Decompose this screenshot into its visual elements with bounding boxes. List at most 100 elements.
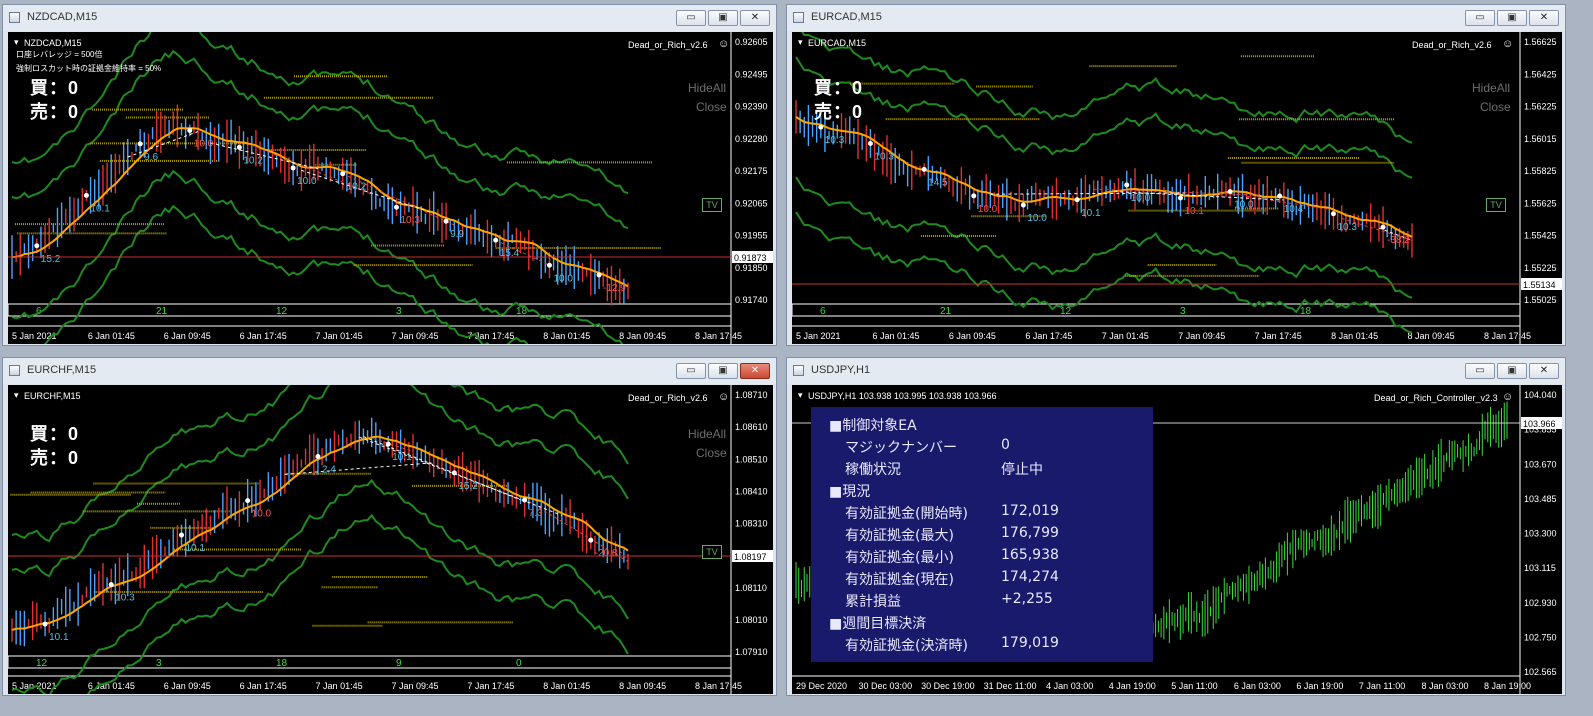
current-price-label: 103.966 bbox=[1523, 419, 1556, 429]
window-title: EURCAD,M15 bbox=[811, 11, 882, 23]
date-tick-label: 8 Jan 17:45 bbox=[695, 331, 742, 341]
chart-window-eurcad[interactable]: EURCAD,M15 ▭ ▣ ✕ 1.56625 1.56425 1.56225 1.… bbox=[786, 4, 1566, 346]
price-tick-label: 0.92390 bbox=[735, 102, 768, 112]
trade-marker bbox=[522, 497, 528, 503]
equity-settle-label: 有効証拠金(決済時) bbox=[845, 638, 968, 654]
date-tick-label: 6 Jan 09:45 bbox=[164, 331, 211, 341]
oscillator-label: 12 bbox=[276, 306, 288, 317]
trade-result-label: 9.6 bbox=[144, 152, 158, 163]
price-tick-label: 102.750 bbox=[1524, 632, 1557, 642]
trade-marker bbox=[1074, 197, 1080, 203]
oscillator-strip bbox=[8, 655, 732, 669]
close-all-button[interactable]: Close bbox=[696, 446, 727, 460]
close-all-button[interactable]: Close bbox=[1480, 100, 1511, 114]
price-tick-label: 1.08610 bbox=[735, 422, 768, 432]
trade-result-label: 10.3 bbox=[874, 151, 894, 162]
price-chart[interactable]: 1.087101.086101.085101.084101.083101.082… bbox=[8, 385, 773, 694]
maximize-button[interactable]: ▣ bbox=[1497, 363, 1527, 379]
oscillator-label: 12 bbox=[1060, 306, 1072, 317]
date-tick-label: 8 Jan 09:45 bbox=[619, 681, 666, 691]
chart-window-icon bbox=[9, 365, 20, 376]
price-tick-label: 1.55025 bbox=[1524, 295, 1557, 305]
maximize-button[interactable]: ▣ bbox=[708, 363, 738, 379]
date-tick-label: 7 Jan 09:45 bbox=[1178, 331, 1225, 341]
trade-result-label: -38.2 bbox=[1387, 235, 1410, 246]
minimize-button[interactable]: ▭ bbox=[676, 10, 706, 26]
chart-canvas[interactable]: 1.56625 1.56425 1.56225 1.56015 1.55825 1.556… bbox=[792, 32, 1562, 344]
date-tick-label: 6 Jan 17:45 bbox=[240, 331, 287, 341]
title-bar[interactable]: EURCHF,M15 ▭ ▣ ✕ bbox=[3, 358, 776, 384]
date-tick-label: 5 Jan 2021 bbox=[796, 331, 841, 341]
tv-button[interactable]: TV bbox=[702, 545, 722, 559]
smiley-icon: ☺ bbox=[1502, 38, 1514, 50]
title-bar[interactable]: NZDCAD,M15 ▭ ▣ ✕ bbox=[3, 5, 776, 31]
close-button[interactable]: ✕ bbox=[740, 363, 770, 379]
chart-window-nzdcad[interactable]: NZDCAD,M15 ▭ ▣ ✕ 0.92605 0.92495 0.92390 0.… bbox=[2, 4, 777, 346]
hideall-button[interactable]: HideAll bbox=[688, 427, 726, 441]
maximize-button[interactable]: ▣ bbox=[1497, 10, 1527, 26]
minimize-button[interactable]: ▭ bbox=[1465, 10, 1495, 26]
trade-marker bbox=[236, 144, 242, 150]
equity-max-label: 有効証拠金(最大) bbox=[845, 528, 954, 544]
date-tick-label: 7 Jan 17:45 bbox=[467, 331, 514, 341]
oscillator-label: 3 bbox=[1180, 306, 1186, 317]
date-tick-label: 6 Jan 17:45 bbox=[1025, 331, 1072, 341]
chart-canvas[interactable]: 1.087101.086101.085101.084101.083101.082… bbox=[8, 385, 773, 694]
tv-button[interactable]: TV bbox=[1486, 198, 1506, 212]
price-tick-label: 1.56425 bbox=[1524, 69, 1557, 79]
trade-result-label: 15.2 bbox=[41, 254, 61, 265]
equity-start-label: 有効証拠金(開始時) bbox=[845, 506, 968, 522]
trade-result-label: 10.3 bbox=[1337, 222, 1357, 233]
price-chart[interactable]: 1.56625 1.56425 1.56225 1.56015 1.55825 1.556… bbox=[792, 32, 1562, 344]
trade-marker bbox=[137, 141, 143, 147]
close-button[interactable]: ✕ bbox=[1529, 363, 1559, 379]
title-bar[interactable]: EURCAD,M15 ▭ ▣ ✕ bbox=[787, 5, 1565, 31]
price-tick-label: 1.55625 bbox=[1524, 198, 1557, 208]
trade-result-label: 10.3 bbox=[400, 215, 420, 226]
close-button[interactable]: ✕ bbox=[740, 10, 770, 26]
trade-marker bbox=[596, 272, 602, 278]
hideall-button[interactable]: HideAll bbox=[688, 81, 726, 95]
price-chart[interactable]: 0.92605 0.92495 0.92390 0.92280 0.92175 0.920… bbox=[8, 32, 773, 344]
trade-result-label: 10.0 bbox=[978, 204, 998, 215]
minimize-button[interactable]: ▭ bbox=[1465, 363, 1495, 379]
trade-result-label: 10.1 bbox=[90, 203, 110, 214]
trade-result-label: 10.0 bbox=[1234, 200, 1254, 211]
date-tick-label: 6 Jan 01:45 bbox=[872, 331, 919, 341]
smiley-icon: ☺ bbox=[718, 391, 730, 403]
trade-result-label: 9.9 bbox=[450, 229, 464, 240]
chart-window-usdjpy[interactable]: USDJPY,H1 ▭ ▣ ✕ 104.040 103.855 103.670 103… bbox=[786, 357, 1566, 696]
ea-name-label: Dead_or_Rich_v2.6 bbox=[1412, 40, 1492, 50]
chart-canvas[interactable]: 0.92605 0.92495 0.92390 0.92280 0.92175 0.920… bbox=[8, 32, 773, 344]
date-tick-label: 5 Jan 11:00 bbox=[1171, 681, 1217, 691]
trade-marker bbox=[493, 237, 499, 243]
bollinger-band-line bbox=[801, 32, 1413, 144]
date-tick-label: 6 Jan 19:00 bbox=[1296, 681, 1343, 691]
trade-marker bbox=[588, 537, 594, 543]
date-tick-label: 7 Jan 17:45 bbox=[1255, 331, 1302, 341]
chart-window-eurchf[interactable]: EURCHF,M15 ▭ ▣ ✕ 1.08710 1.08610 1.08510 1.… bbox=[2, 357, 777, 696]
trade-marker bbox=[1177, 195, 1183, 201]
date-tick-label: 7 Jan 01:45 bbox=[316, 681, 363, 691]
close-all-button[interactable]: Close bbox=[696, 100, 727, 114]
trade-marker bbox=[921, 166, 927, 172]
tv-button[interactable]: TV bbox=[702, 198, 722, 212]
trade-marker bbox=[1020, 202, 1026, 208]
date-tick-label: 6 Jan 09:45 bbox=[949, 331, 996, 341]
title-bar[interactable]: USDJPY,H1 ▭ ▣ ✕ bbox=[787, 358, 1565, 384]
date-tick-label: 30 Dec 03:00 bbox=[859, 681, 913, 691]
panel-heading-weekly: ■週間目標決済 bbox=[829, 616, 927, 632]
window-title: USDJPY,H1 bbox=[811, 364, 871, 376]
maximize-button[interactable]: ▣ bbox=[708, 10, 738, 26]
close-button[interactable]: ✕ bbox=[1529, 10, 1559, 26]
trade-line bbox=[284, 462, 434, 475]
trade-result-label: -20.8 bbox=[595, 548, 618, 559]
buy-count: 買：0 bbox=[814, 78, 864, 98]
hideall-button[interactable]: HideAll bbox=[1472, 81, 1510, 95]
minimize-button[interactable]: ▭ bbox=[676, 363, 706, 379]
trade-result-label: 10.4 bbox=[1284, 204, 1304, 215]
trade-marker bbox=[971, 193, 977, 199]
price-chart[interactable]: 104.040 103.855 103.670 103.485 103.300 103.1… bbox=[792, 385, 1562, 694]
bollinger-band-line bbox=[11, 385, 629, 578]
price-tick-label: 1.56015 bbox=[1524, 134, 1557, 144]
